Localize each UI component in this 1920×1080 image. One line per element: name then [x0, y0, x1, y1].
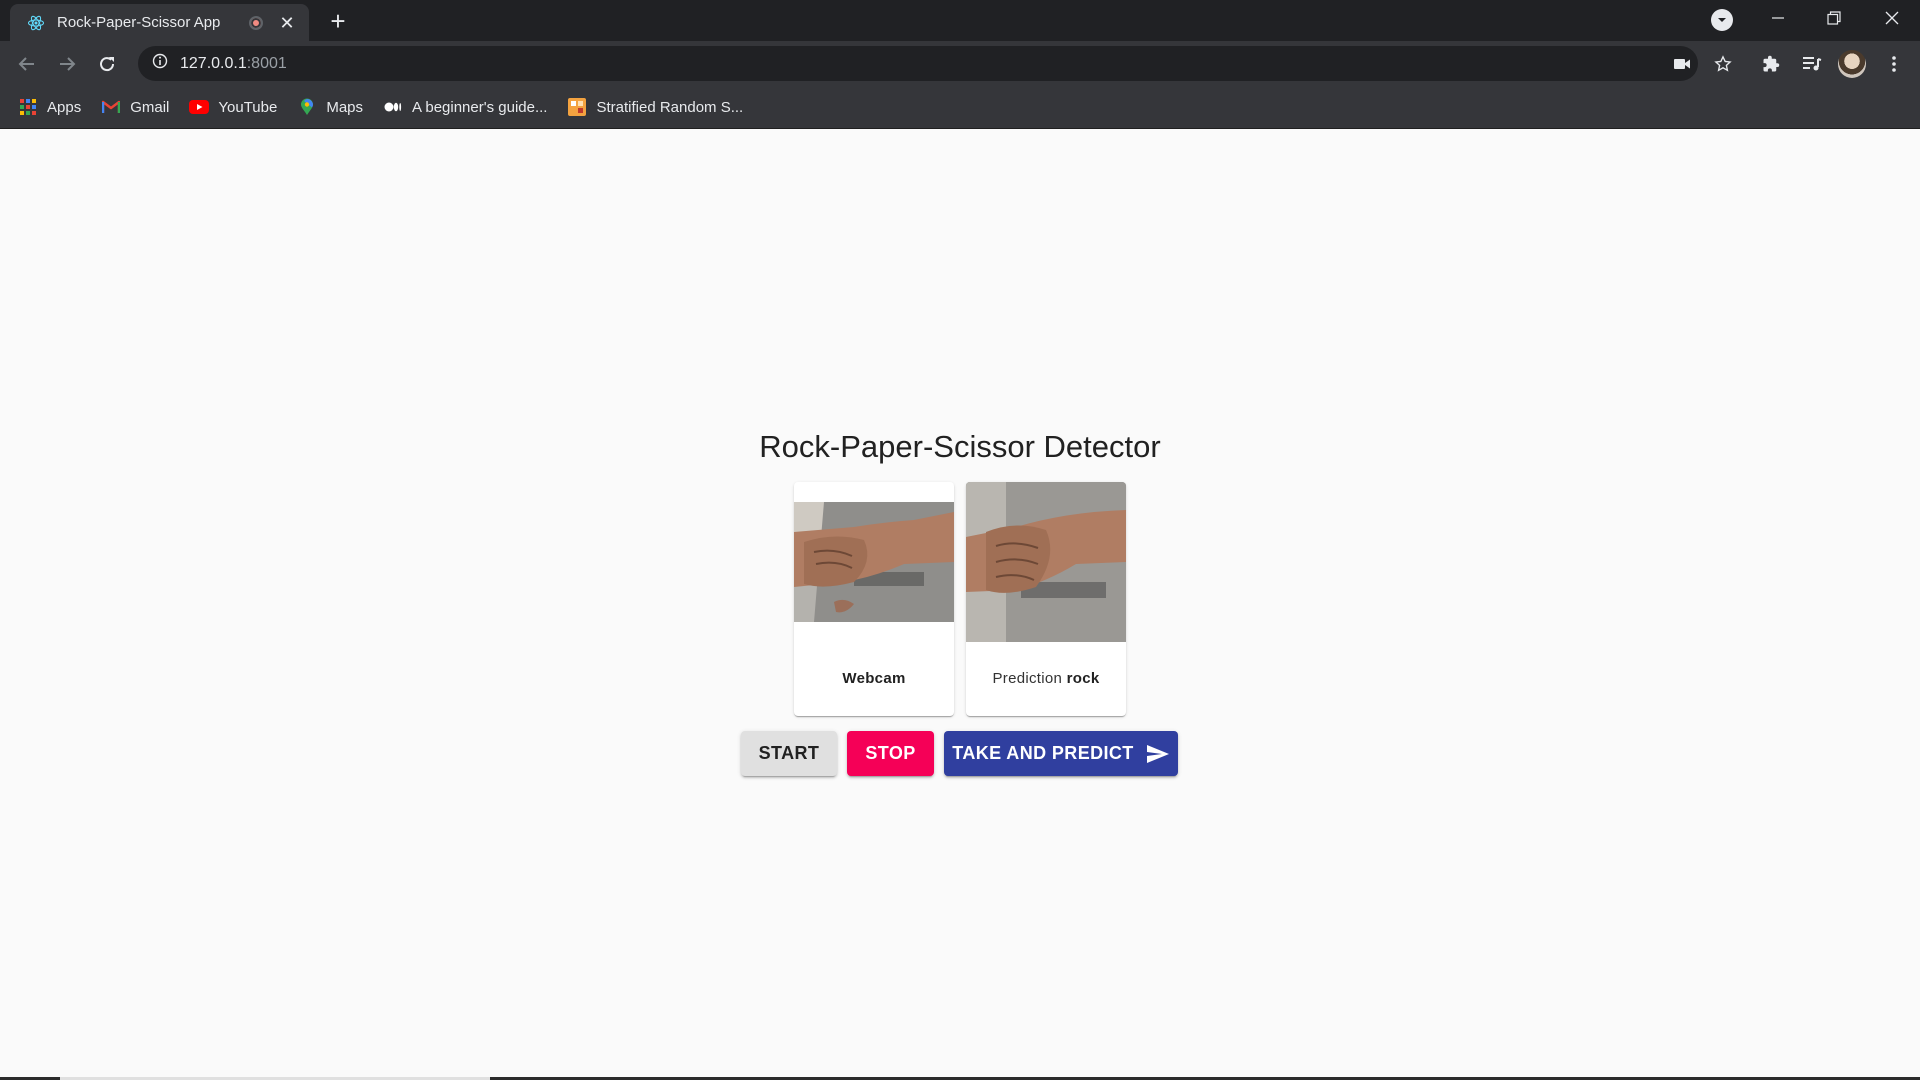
bookmark-label: YouTube — [218, 98, 278, 116]
browser-tab-strip: Rock-Paper-Scissor App ✕ + — [0, 0, 1920, 41]
bookmark-beginners-guide[interactable]: A beginner's guide... — [383, 98, 547, 116]
apps-grid-icon — [18, 98, 38, 116]
bookmark-label: Gmail — [130, 98, 170, 116]
bookmarks-bar: Apps Gmail YouTube Maps A beginner's gui… — [0, 86, 1920, 129]
bookmark-stratified[interactable]: Stratified Random S... — [567, 98, 743, 116]
restore-icon[interactable] — [1806, 0, 1862, 36]
bookmark-apps[interactable]: Apps — [18, 98, 81, 116]
browser-toolbar: 127.0.0.1:8001 — [0, 41, 1920, 86]
bookmark-label: Stratified Random S... — [596, 98, 744, 116]
react-icon — [26, 13, 46, 33]
bookmark-star-icon[interactable] — [1708, 49, 1738, 79]
prediction-value: rock — [1066, 670, 1100, 687]
page-title: Rock-Paper-Scissor Detector — [759, 429, 1161, 464]
bookmark-youtube[interactable]: YouTube — [189, 98, 277, 116]
stop-button-label: STOP — [865, 743, 916, 763]
medium-icon — [383, 98, 403, 116]
tab-search-icon[interactable] — [1711, 9, 1733, 31]
youtube-icon — [189, 98, 210, 116]
prediction-card: Prediction rock — [966, 482, 1126, 716]
recording-indicator-icon — [249, 15, 263, 30]
reload-icon[interactable] — [92, 49, 122, 79]
bookmark-label: Maps — [326, 98, 364, 116]
bookmark-gmail[interactable]: Gmail — [101, 98, 169, 116]
maps-pin-icon — [297, 98, 317, 116]
url-host: 127.0.0.1 — [180, 54, 247, 72]
bookmark-label: Apps — [47, 98, 82, 116]
prediction-prefix: Prediction — [992, 670, 1063, 687]
prediction-caption: Prediction rock — [966, 670, 1126, 687]
webcam-card: Webcam — [794, 482, 954, 716]
send-icon — [1146, 744, 1169, 763]
forward-arrow-icon[interactable] — [52, 49, 82, 79]
new-tab-button[interactable]: + — [324, 8, 352, 36]
extensions-puzzle-icon[interactable] — [1756, 49, 1786, 79]
media-control-icon[interactable] — [1797, 49, 1827, 79]
webcam-label: Webcam — [842, 670, 906, 687]
bookmark-label: A beginner's guide... — [412, 98, 548, 116]
tab-title: Rock-Paper-Scissor App — [57, 14, 221, 31]
start-button-label: START — [758, 743, 820, 763]
start-button[interactable]: START — [741, 731, 837, 776]
gmail-icon — [101, 98, 121, 116]
bookmark-site-icon — [567, 98, 587, 116]
app-page: Rock-Paper-Scissor Detector Webcam Predi… — [0, 129, 1920, 1080]
captured-image — [966, 482, 1126, 642]
profile-avatar[interactable] — [1838, 50, 1866, 78]
close-window-icon[interactable] — [1864, 0, 1920, 36]
webcam-feed — [794, 502, 954, 622]
more-menu-icon[interactable] — [1879, 49, 1909, 79]
back-arrow-icon[interactable] — [12, 49, 42, 79]
bookmark-maps[interactable]: Maps — [297, 98, 363, 116]
address-bar[interactable]: 127.0.0.1:8001 — [138, 46, 1698, 81]
stop-button[interactable]: STOP — [847, 731, 934, 776]
site-info-icon[interactable] — [152, 53, 168, 74]
close-tab-icon[interactable]: ✕ — [277, 13, 297, 33]
take-and-predict-button[interactable]: TAKE AND PREDICT — [944, 731, 1178, 776]
browser-tab[interactable]: Rock-Paper-Scissor App ✕ — [10, 4, 309, 41]
webcam-caption: Webcam — [794, 670, 954, 687]
take-and-predict-label: TAKE AND PREDICT — [952, 743, 1134, 763]
url-port: :8001 — [246, 54, 287, 72]
camera-in-use-icon[interactable] — [1667, 49, 1697, 79]
minimize-icon[interactable] — [1750, 0, 1806, 36]
